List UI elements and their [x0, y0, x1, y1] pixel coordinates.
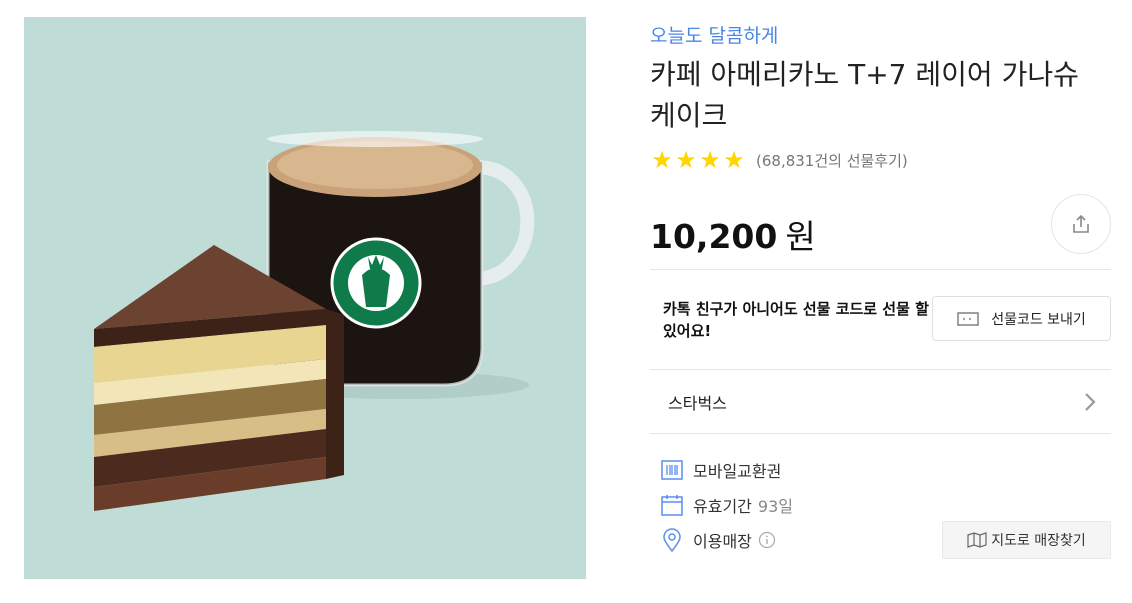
price: 10,200 원	[650, 210, 816, 258]
location-pin-icon	[663, 528, 681, 552]
map-icon	[967, 532, 987, 548]
starbucks-logo	[330, 237, 422, 329]
validity-period: 유효기간 93일	[660, 492, 793, 518]
find-store-map-label: 지도로 매장찾기	[991, 533, 1086, 549]
product-image	[24, 17, 586, 579]
gift-code-button-label: 선물코드 보내기	[991, 311, 1086, 328]
gift-code-message: 카톡 친구가 아니어도 선물 코드로 선물 할 수 있어요!	[663, 300, 948, 340]
voucher-type-label: 모바일교환권	[693, 462, 782, 481]
star-icon: ★	[723, 146, 745, 174]
brand-name: 스타벅스	[668, 394, 727, 413]
product-title: 카페 아메리카노 T+7 레이어 가나슈 케이크	[650, 58, 1079, 132]
brand-link[interactable]: 스타벅스	[650, 370, 1111, 434]
gift-code-icon	[957, 311, 979, 326]
validity-label: 유효기간	[693, 497, 752, 516]
divider	[650, 269, 1111, 270]
calendar-icon	[661, 495, 683, 516]
barcode-icon	[661, 460, 683, 480]
rating[interactable]: ★ ★ ★ ★ (68,831건의 선물후기)	[650, 148, 908, 172]
store-label: 이용매장	[693, 532, 752, 551]
star-icon: ★	[675, 146, 697, 174]
usable-stores: 이용매장	[660, 527, 776, 553]
star-icon: ★	[651, 146, 673, 174]
promo-link[interactable]: 오늘도 달콤하게	[650, 21, 778, 48]
share-button[interactable]	[1051, 194, 1111, 254]
info-icon[interactable]	[758, 531, 776, 549]
product-info-panel: 오늘도 달콤하게 카페 아메리카노 T+7 레이어 가나슈 케이크 ★ ★ ★ …	[650, 0, 1112, 603]
gift-code-button[interactable]: 선물코드 보내기	[932, 296, 1111, 341]
validity-value: 93일	[757, 497, 793, 516]
rating-stars: ★ ★ ★ ★	[650, 148, 746, 172]
chevron-right-icon	[1085, 393, 1096, 411]
price-amount: 10,200	[650, 217, 778, 256]
voucher-type: 모바일교환권	[660, 457, 781, 483]
price-unit: 원	[785, 217, 816, 256]
divider	[650, 433, 1111, 434]
review-count[interactable]: (68,831건의 선물후기)	[756, 150, 908, 171]
product-illustration	[94, 131, 535, 511]
share-icon	[1073, 214, 1089, 233]
star-icon: ★	[699, 146, 721, 174]
find-store-map-button[interactable]: 지도로 매장찾기	[942, 521, 1111, 559]
